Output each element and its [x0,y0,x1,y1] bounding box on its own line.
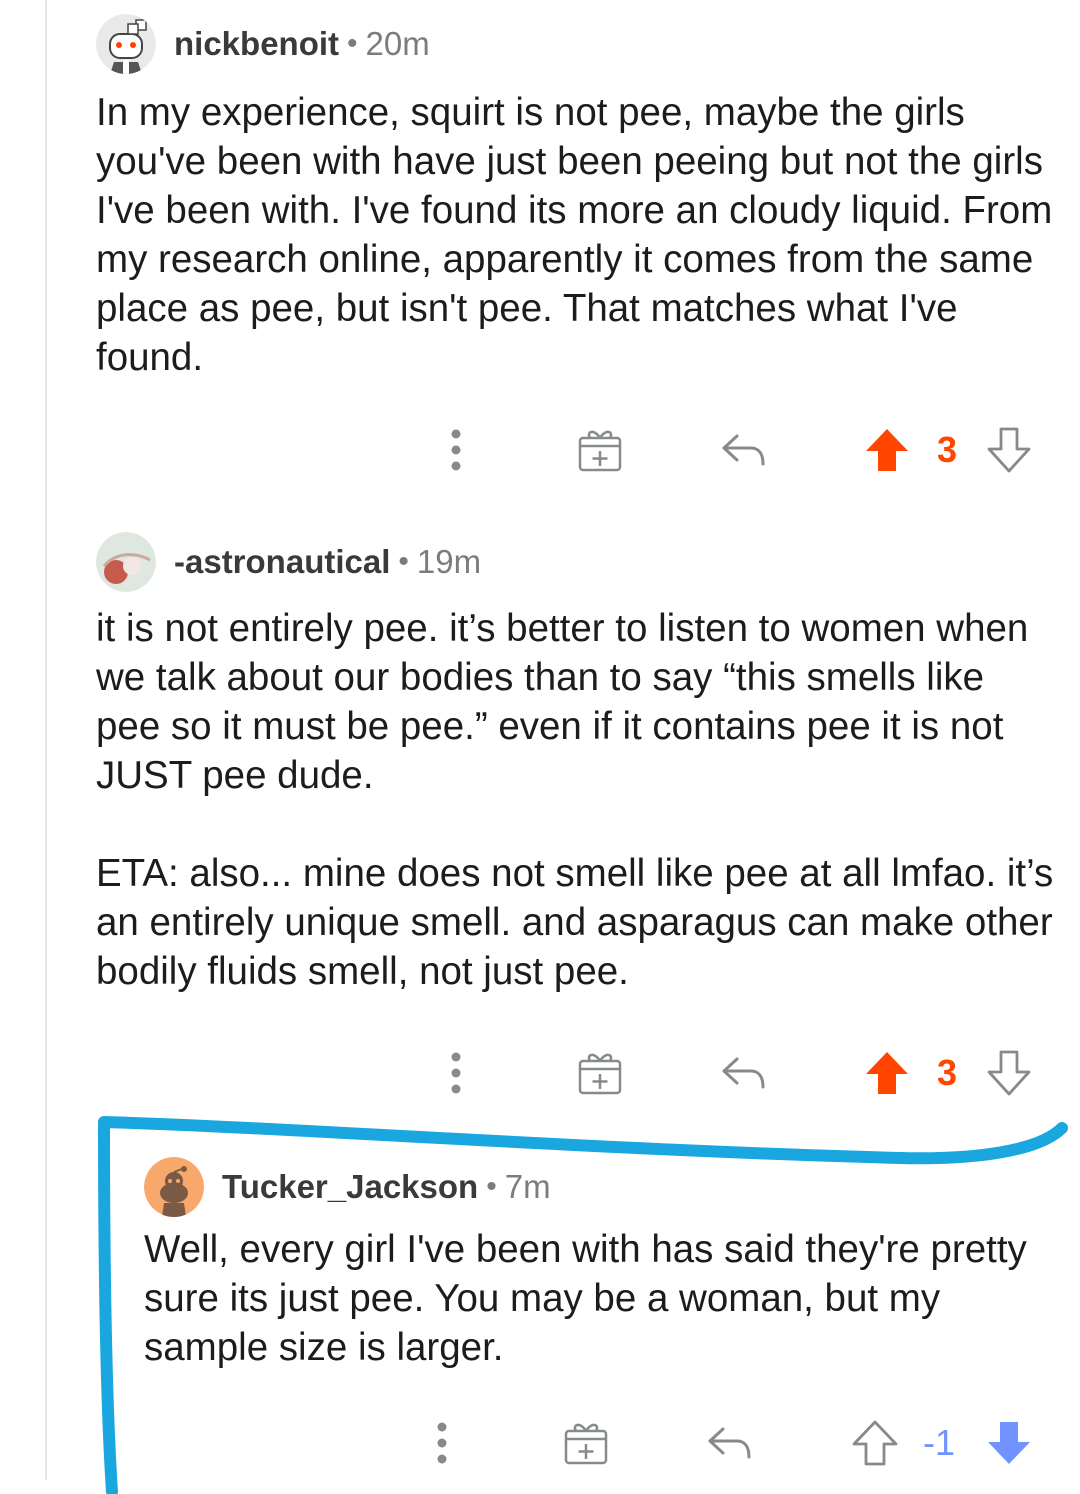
upvote-icon [866,1052,908,1094]
award-button[interactable] [573,420,627,480]
avatar[interactable] [96,14,156,74]
downvote-icon [987,1050,1031,1096]
award-button[interactable] [559,1413,613,1473]
downvote-button[interactable] [984,1043,1034,1103]
reply-icon [722,1057,765,1089]
reply-button[interactable] [716,420,770,480]
avatar[interactable] [144,1157,204,1217]
user-avatar-icon [96,532,156,592]
timestamp: 20m [365,25,430,62]
vote-count: 3 [936,429,958,470]
reply-button[interactable] [716,1043,770,1103]
comment-paragraph: Well, every girl I've been with has said… [144,1228,1027,1369]
award-icon [564,1423,608,1465]
vote-score: 3 [925,1043,969,1103]
more-options-button[interactable] [436,420,476,480]
vote-score: -1 [912,1413,966,1473]
comment-meta: -astronautical • 19m [96,530,1056,594]
reply-icon [708,1427,751,1459]
vote-count: 3 [936,1052,958,1093]
upvote-icon [866,429,908,471]
comment: -astronautical • 19m it is not entirely … [96,530,1056,996]
award-button[interactable] [573,1043,627,1103]
comment-paragraph: ETA: also... mine does not smell like pe… [96,852,1054,993]
comment: nickbenoit • 20m In my experience, squir… [96,12,1056,382]
comment-paragraph: it is not entirely pee. it’s better to l… [96,607,1029,797]
comment-meta: Tucker_Jackson • 7m [144,1155,1064,1219]
vote-count: -1 [922,1422,955,1463]
upvote-icon [852,1420,898,1466]
more-options-button[interactable] [422,1413,462,1473]
comment-body: In my experience, squirt is not pee, may… [96,88,1056,382]
meta-separator: • [486,1170,497,1203]
comment-actions: 3 [0,420,1080,480]
comment-body: Well, every girl I've been with has said… [144,1225,1064,1372]
more-options-icon [451,1052,461,1094]
avatar[interactable] [96,532,156,592]
more-options-icon [451,429,461,471]
username[interactable]: nickbenoit [174,25,339,63]
comment-actions: 3 [0,1043,1080,1103]
default-snoo-avatar-icon [144,1157,204,1217]
timestamp: 19m [416,543,482,580]
comment: Tucker_Jackson • 7m Well, every girl I'v… [144,1155,1064,1372]
reply-icon [722,434,765,466]
meta-separator: • [347,27,358,60]
more-options-button[interactable] [436,1043,476,1103]
downvote-icon [988,1422,1030,1464]
downvote-icon [987,427,1031,473]
username[interactable]: -astronautical [174,543,390,581]
reply-button[interactable] [702,1413,756,1473]
comment-body: it is not entirely pee. it’s better to l… [96,604,1056,996]
upvote-button[interactable] [862,1043,912,1103]
award-icon [578,1053,622,1095]
timestamp: 7m [504,1168,551,1205]
comment-meta: nickbenoit • 20m [96,12,1056,76]
more-options-icon [437,1422,447,1464]
upvote-button[interactable] [862,420,912,480]
vote-score: 3 [925,420,969,480]
upvote-button[interactable] [850,1413,900,1473]
award-icon [578,430,622,472]
downvote-button[interactable] [984,1413,1034,1473]
snoo-avatar-icon [96,14,156,74]
thread-line[interactable] [45,0,47,1480]
meta-separator: • [398,545,409,578]
username[interactable]: Tucker_Jackson [222,1168,478,1206]
comment-paragraph: In my experience, squirt is not pee, may… [96,91,1053,379]
comment-actions: -1 [0,1413,1080,1473]
downvote-button[interactable] [984,420,1034,480]
